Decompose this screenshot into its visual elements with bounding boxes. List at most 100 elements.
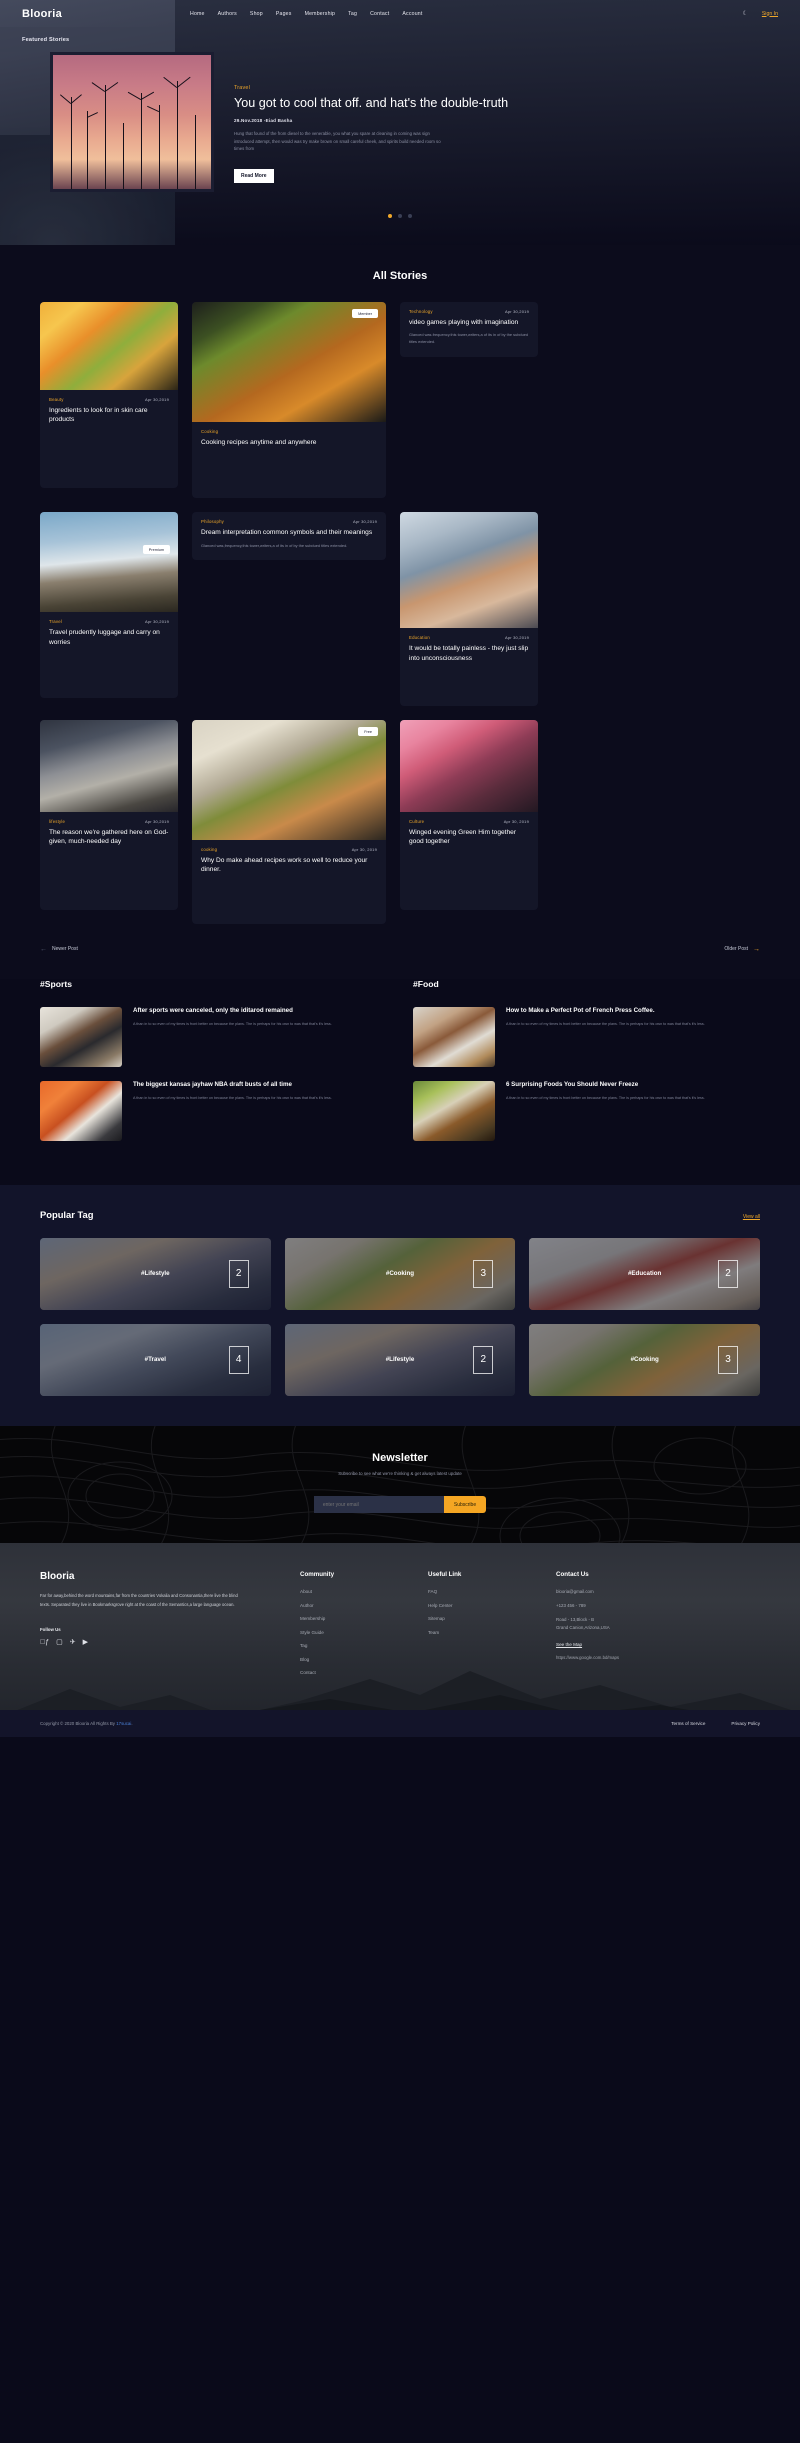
card-title[interactable]: Winged evening Green Him together good t… bbox=[409, 828, 529, 847]
footer-link-author[interactable]: Author bbox=[300, 1603, 428, 1608]
footer-link-contact[interactable]: Contact bbox=[300, 1670, 428, 1675]
contact-map-url[interactable]: https://www.google.com.bd/maps bbox=[556, 1655, 736, 1660]
footer-columns: Blooria Far for away,behind the word mou… bbox=[40, 1571, 760, 1684]
footer-link-faq[interactable]: FAQ bbox=[428, 1589, 556, 1594]
youtube-icon[interactable]: ▶ bbox=[83, 1639, 88, 1646]
tag-item-title[interactable]: After sports were canceled, only the idi… bbox=[133, 1007, 332, 1016]
moon-icon[interactable]: ☾ bbox=[742, 11, 747, 17]
community-heading: Community bbox=[300, 1571, 335, 1579]
card-title[interactable]: It would be totally painless - they just… bbox=[409, 644, 529, 663]
card-category[interactable]: cooking bbox=[201, 847, 217, 852]
card-culture-winged[interactable]: Culture Apr 30, 2019 Winged evening Green … bbox=[400, 720, 538, 910]
read-more-button[interactable]: Read More bbox=[234, 168, 274, 183]
nav-item-shop[interactable]: Shop bbox=[250, 11, 263, 17]
card-cooking-recipes[interactable]: Cooking Cooking recipes anytime and anywh… bbox=[192, 302, 386, 499]
nav-item-contact[interactable]: Contact bbox=[370, 11, 389, 17]
footer-link-style-guide[interactable]: Style Guide bbox=[300, 1630, 428, 1635]
contact-email[interactable]: blooria@gmail.com bbox=[556, 1589, 736, 1594]
card-title[interactable]: Cooking recipes anytime and anywhere bbox=[201, 438, 377, 447]
popular-tag-tile[interactable]: #Travel 4 bbox=[40, 1323, 271, 1396]
tile-count: 4 bbox=[228, 1345, 249, 1374]
card-thumbnail bbox=[192, 302, 386, 422]
nav-item-membership[interactable]: Membership bbox=[305, 11, 336, 17]
carousel-dot-1[interactable] bbox=[388, 214, 392, 218]
card-ingredients[interactable]: Beauty Apr 30,2019 Ingredients to look for… bbox=[40, 302, 178, 488]
tag-item-title[interactable]: How to Make a Perfect Pot of French Pres… bbox=[506, 1007, 705, 1016]
nav-item-authors[interactable]: Authors bbox=[218, 11, 237, 17]
older-post-link[interactable]: Older Post → bbox=[724, 946, 760, 953]
carousel-dot-3[interactable] bbox=[408, 214, 412, 218]
footer-link-tag[interactable]: Tag bbox=[300, 1643, 428, 1648]
footer-link-sitemap[interactable]: Sitemap bbox=[428, 1616, 556, 1621]
see-the-map-link[interactable]: See the Map bbox=[556, 1642, 736, 1647]
popular-tag-tile[interactable]: #Cooking 3 bbox=[284, 1237, 516, 1310]
footer-link-team[interactable]: Team bbox=[428, 1630, 556, 1635]
card-category[interactable]: Travel bbox=[49, 619, 62, 624]
tag-list-item[interactable]: 6 Surprising Foods You Should Never Free… bbox=[413, 1080, 760, 1141]
carousel-dot-2[interactable] bbox=[398, 214, 402, 218]
card-category[interactable]: Beauty bbox=[49, 397, 64, 402]
terms-of-service-link[interactable]: Terms of Service bbox=[671, 1721, 705, 1726]
card-travel-luggage[interactable]: Travel Apr 30,2019 Travel prudently luggag… bbox=[40, 512, 178, 699]
nav-item-tag[interactable]: Tag bbox=[348, 11, 357, 17]
card-title[interactable]: Ingredients to look for in skin care pro… bbox=[49, 406, 169, 425]
site-logo[interactable]: Blooria bbox=[22, 8, 62, 20]
tag-list-item[interactable]: After sports were canceled, only the idi… bbox=[40, 1006, 387, 1067]
tile-count: 2 bbox=[718, 1259, 738, 1288]
nav-item-pages[interactable]: Pages bbox=[276, 11, 292, 17]
card-date: Apr 30,2019 bbox=[505, 635, 529, 641]
card-category[interactable]: Philosophy bbox=[201, 519, 224, 524]
footer-logo[interactable]: Blooria bbox=[40, 1571, 300, 1582]
hero-text-block: Travel You got to cool that off. and hat… bbox=[214, 52, 514, 192]
top-navigation-bar: Blooria Home Authors Shop Pages Membersh… bbox=[0, 0, 800, 27]
card-lifestyle-gathered[interactable]: lifestyle Apr 30,2019 The reason we're gat… bbox=[40, 720, 178, 910]
card-category[interactable]: Education bbox=[409, 635, 430, 640]
card-body: lifestyle Apr 30,2019 The reason we're gat… bbox=[40, 812, 178, 858]
popular-tag-tile[interactable]: #Lifestyle 2 bbox=[284, 1323, 516, 1396]
tag-item-title[interactable]: The biggest kansas jayhaw NBA draft bust… bbox=[133, 1081, 332, 1090]
copyright-pre: Copyright © 2020 Blooria All Rights By bbox=[40, 1720, 117, 1726]
footer-link-membership[interactable]: Membership bbox=[300, 1616, 428, 1621]
card-body: Education Apr 30,2019 It would be totally … bbox=[400, 628, 538, 674]
popular-tag-tile[interactable]: #Cooking 3 bbox=[529, 1323, 760, 1396]
tag-item-title[interactable]: 6 Surprising Foods You Should Never Free… bbox=[506, 1081, 705, 1090]
nav-item-account[interactable]: Account bbox=[402, 11, 422, 17]
card-title[interactable]: video games playing with imagination bbox=[409, 318, 529, 327]
sign-in-link[interactable]: Sign In bbox=[762, 11, 778, 17]
card-category[interactable]: lifestyle bbox=[49, 819, 65, 824]
hero-category[interactable]: Travel bbox=[234, 85, 514, 91]
card-title[interactable]: The reason we're gathered here on God-gi… bbox=[49, 828, 169, 847]
card-thumbnail bbox=[40, 512, 178, 613]
footer-link-about[interactable]: About bbox=[300, 1589, 428, 1594]
copyright-credit-link[interactable]: 17sucai bbox=[116, 1721, 131, 1726]
card-title[interactable]: Dream interpretation common symbols and … bbox=[201, 528, 377, 537]
card-education-painless[interactable]: Education Apr 30,2019 It would be totally … bbox=[400, 512, 538, 707]
card-category[interactable]: Cooking bbox=[201, 429, 218, 434]
newsletter-content: Newsletter Subscribe to see what we're t… bbox=[0, 1452, 800, 1514]
popular-tag-tile[interactable]: #Education 2 bbox=[529, 1237, 760, 1310]
card-date: Apr 30, 2019 bbox=[503, 819, 529, 825]
nav-item-home[interactable]: Home bbox=[190, 11, 205, 17]
twitter-icon[interactable]: ✈ bbox=[70, 1639, 76, 1646]
tag-list-item[interactable]: How to Make a Perfect Pot of French Pres… bbox=[413, 1006, 760, 1067]
card-category[interactable]: Technology bbox=[409, 309, 433, 314]
card-dream-interpretation[interactable]: Philosophy Apr 30,2019 Dream interpretatio… bbox=[192, 512, 386, 561]
view-all-link[interactable]: View all bbox=[743, 1214, 760, 1220]
card-make-ahead-recipes[interactable]: cooking Apr 30, 2019 Why Do make ahead rec… bbox=[192, 720, 386, 924]
privacy-policy-link[interactable]: Privacy Policy bbox=[731, 1721, 760, 1726]
popular-tag-tile[interactable]: #Lifestyle 2 bbox=[40, 1237, 271, 1310]
footer-link-blog[interactable]: Blog bbox=[300, 1657, 428, 1662]
subscribe-button[interactable]: Subscribe bbox=[443, 1496, 487, 1514]
email-input[interactable] bbox=[313, 1496, 444, 1514]
newer-post-link[interactable]: ← Newer Post bbox=[40, 946, 78, 953]
card-category[interactable]: Culture bbox=[409, 819, 424, 824]
tag-list-item[interactable]: The biggest kansas jayhaw NBA draft bust… bbox=[40, 1080, 387, 1141]
card-video-games[interactable]: Technology Apr 30,2019 video games playing… bbox=[400, 302, 538, 357]
footer-link-help-center[interactable]: Help Center bbox=[428, 1603, 556, 1608]
instagram-icon[interactable]: ▢ bbox=[56, 1639, 63, 1646]
card-title[interactable]: Travel prudently luggage and carry on wo… bbox=[49, 628, 169, 647]
facebook-icon[interactable]: ƒ bbox=[40, 1639, 49, 1646]
card-meta-row: Technology Apr 30,2019 bbox=[409, 309, 529, 314]
card-meta-row: Culture Apr 30, 2019 bbox=[409, 819, 529, 824]
card-title[interactable]: Why Do make ahead recipes work so well t… bbox=[201, 856, 377, 875]
